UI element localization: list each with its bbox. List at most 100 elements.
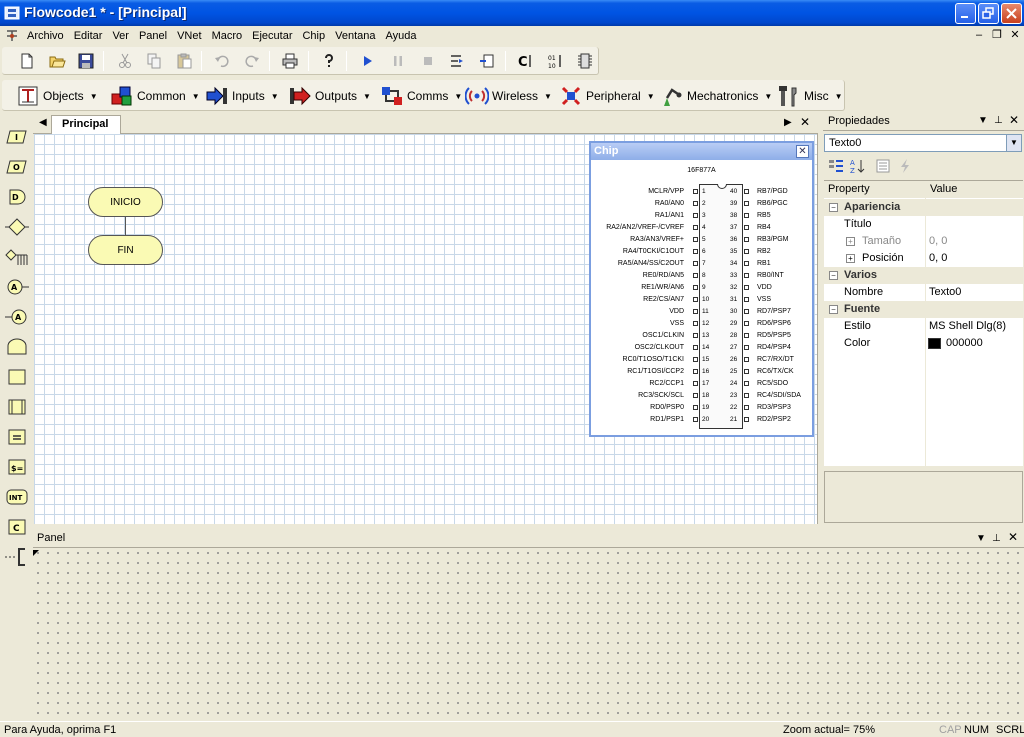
- chip-pin-right[interactable]: [744, 321, 749, 326]
- undo-icon[interactable]: [213, 52, 231, 70]
- chip-pin-right[interactable]: [744, 333, 749, 338]
- menu-ver[interactable]: Ver: [107, 29, 134, 43]
- redo-icon[interactable]: [243, 52, 261, 70]
- chip-pin-right[interactable]: [744, 369, 749, 374]
- chip-pin-left[interactable]: [693, 285, 698, 290]
- chip-pin-right[interactable]: [744, 249, 749, 254]
- chip-pin-left[interactable]: [693, 201, 698, 206]
- chip-pin-left[interactable]: [693, 381, 698, 386]
- panel-close-icon[interactable]: ✕: [1008, 529, 1018, 546]
- chip-pin-right[interactable]: [744, 309, 749, 314]
- loop-icon[interactable]: [5, 336, 29, 358]
- start-terminator[interactable]: INICIO: [88, 187, 163, 217]
- chip-pin-right[interactable]: [744, 381, 749, 386]
- component-mechatronics-button[interactable]: Mechatronics ▼: [660, 83, 772, 109]
- comment-icon[interactable]: [5, 546, 29, 568]
- interrupt-icon[interactable]: INT: [5, 486, 29, 508]
- tab-close-icon[interactable]: ✕: [800, 115, 810, 129]
- chip-pin-right[interactable]: [744, 261, 749, 266]
- chip-pin-left[interactable]: [693, 189, 698, 194]
- menu-archivo[interactable]: Archivo: [22, 29, 69, 43]
- prop-row-titulo[interactable]: Título: [824, 216, 1023, 233]
- menu-ayuda[interactable]: Ayuda: [380, 29, 421, 43]
- delay-icon[interactable]: D: [5, 186, 29, 208]
- chip-pin-left[interactable]: [693, 237, 698, 242]
- compile-hex-icon[interactable]: 0110: [547, 52, 565, 70]
- prop-row-posicion[interactable]: + Posición 0, 0: [824, 250, 1023, 267]
- chip-pin-right[interactable]: [744, 405, 749, 410]
- object-selector-combo[interactable]: Texto0 ▼: [824, 134, 1022, 152]
- menu-panel[interactable]: Panel: [134, 29, 172, 43]
- step-into-icon[interactable]: [448, 52, 466, 70]
- open-folder-icon[interactable]: [48, 52, 66, 70]
- connection-point-icon[interactable]: A: [5, 276, 29, 298]
- program-chip-icon[interactable]: [576, 52, 594, 70]
- chip-pin-right[interactable]: [744, 213, 749, 218]
- prop-row-nombre[interactable]: Nombre Texto0: [824, 284, 1023, 301]
- calculation-icon[interactable]: [5, 426, 29, 448]
- chip-pin-left[interactable]: [693, 393, 698, 398]
- property-pages-icon[interactable]: [875, 158, 891, 174]
- chip-pin-left[interactable]: [693, 345, 698, 350]
- component-macro-icon[interactable]: [5, 246, 29, 268]
- help-question-icon[interactable]: [320, 52, 338, 70]
- chip-pin-left[interactable]: [693, 225, 698, 230]
- category-apariencia[interactable]: − Apariencia: [824, 199, 1023, 216]
- decision-icon[interactable]: [5, 216, 29, 238]
- minimize-button[interactable]: [955, 3, 976, 24]
- tab-scroll-left-icon[interactable]: ◀: [39, 117, 47, 128]
- component-peripheral-button[interactable]: Peripheral ▼: [559, 83, 655, 109]
- save-disk-icon[interactable]: [77, 52, 95, 70]
- chip-pin-right[interactable]: [744, 393, 749, 398]
- collapse-icon[interactable]: −: [829, 203, 838, 212]
- panel-dropdown-icon[interactable]: ▼: [978, 115, 988, 126]
- panel-close-icon[interactable]: ✕: [1009, 113, 1019, 127]
- category-fuente[interactable]: − Fuente: [824, 301, 1023, 318]
- component-outputs-button[interactable]: Outputs ▼: [288, 83, 371, 109]
- chevron-down-icon[interactable]: ▼: [1006, 135, 1021, 151]
- panel-dropdown-icon[interactable]: ▼: [976, 530, 986, 547]
- mdi-close-button[interactable]: ✕: [1008, 29, 1022, 43]
- stop-icon[interactable]: [419, 52, 437, 70]
- panel-pin-icon[interactable]: ⊥: [994, 115, 1003, 126]
- panel-pin-icon[interactable]: ⊥: [992, 530, 1001, 547]
- chip-pin-right[interactable]: [744, 345, 749, 350]
- component-inputs-button[interactable]: Inputs ▼: [205, 83, 279, 109]
- component-objects-button[interactable]: Objects ▼: [16, 83, 98, 109]
- collapse-icon[interactable]: −: [829, 305, 838, 314]
- component-wireless-button[interactable]: Wireless ▼: [465, 83, 552, 109]
- mdi-restore-button[interactable]: ❐: [990, 29, 1004, 43]
- tab-principal[interactable]: Principal: [51, 115, 122, 134]
- category-varios[interactable]: − Varios: [824, 267, 1023, 284]
- events-lightning-icon[interactable]: [897, 158, 913, 174]
- chip-pin-left[interactable]: [693, 273, 698, 278]
- run-play-icon[interactable]: [359, 52, 377, 70]
- prop-row-estilo[interactable]: Estilo MS Shell Dlg(8): [824, 318, 1023, 335]
- input-icon[interactable]: I: [5, 126, 29, 148]
- component-misc-button[interactable]: Misc ▼: [777, 83, 843, 109]
- component-comms-button[interactable]: Comms ▼: [380, 83, 462, 109]
- component-call-icon[interactable]: [5, 396, 29, 418]
- chip-pin-left[interactable]: [693, 297, 698, 302]
- goto-point-icon[interactable]: A: [5, 306, 29, 328]
- paste-clipboard-icon[interactable]: [175, 52, 193, 70]
- chip-pin-right[interactable]: [744, 201, 749, 206]
- chip-pin-left[interactable]: [693, 369, 698, 374]
- chip-window[interactable]: Chip ✕ 16F877A MCLR/VPP 1 RA0/AN0 2 RA1/AN1 3…: [589, 141, 814, 437]
- menu-editar[interactable]: Editar: [69, 29, 108, 43]
- restore-button[interactable]: [978, 3, 999, 24]
- chip-pin-left[interactable]: [693, 321, 698, 326]
- step-over-icon[interactable]: [478, 52, 496, 70]
- menu-chip[interactable]: Chip: [297, 29, 330, 43]
- chip-pin-left[interactable]: [693, 357, 698, 362]
- copy-icon[interactable]: [145, 52, 163, 70]
- menu-macro[interactable]: Macro: [207, 29, 248, 43]
- panel-canvas[interactable]: [33, 548, 1024, 720]
- compile-c-icon[interactable]: C: [516, 52, 534, 70]
- string-manipulation-icon[interactable]: $=: [5, 456, 29, 478]
- chip-pin-right[interactable]: [744, 189, 749, 194]
- expand-icon[interactable]: +: [846, 254, 855, 263]
- chip-pin-right[interactable]: [744, 225, 749, 230]
- chip-pin-left[interactable]: [693, 405, 698, 410]
- menu-vnet[interactable]: VNet: [172, 29, 206, 43]
